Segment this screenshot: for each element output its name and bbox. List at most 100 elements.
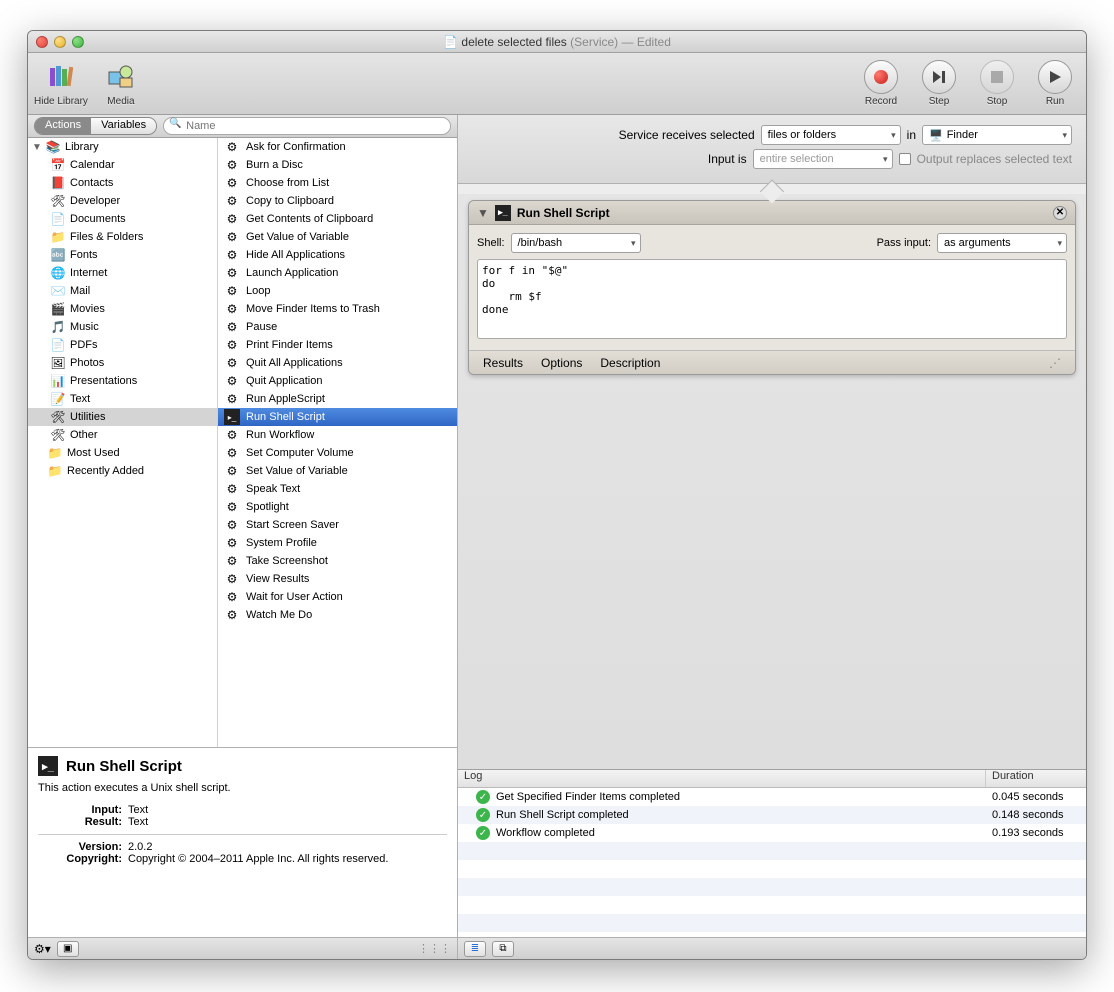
log-view-flow-button[interactable]: ⧉: [492, 941, 514, 957]
log-column-log[interactable]: Log: [458, 770, 986, 787]
action-tab-results[interactable]: Results: [483, 356, 523, 370]
category-item[interactable]: 📊Presentations: [28, 372, 217, 390]
workflow-canvas[interactable]: ▼ ▸_ Run Shell Script ✕ Shell: /bin/bash…: [458, 194, 1086, 769]
log-row-empty: [458, 878, 1086, 896]
detail-copyright-label: Copyright:: [38, 853, 128, 865]
service-receives-value: files or folders: [768, 129, 836, 141]
category-item[interactable]: 🔤Fonts: [28, 246, 217, 264]
category-item[interactable]: 🌐Internet: [28, 264, 217, 282]
category-item[interactable]: 📁Files & Folders: [28, 228, 217, 246]
success-icon: ✓: [476, 790, 490, 804]
category-item[interactable]: 🖼Photos: [28, 354, 217, 372]
step-button[interactable]: Step: [914, 60, 964, 107]
action-list-item[interactable]: ⚙︎Get Value of Variable: [218, 228, 457, 246]
remove-action-button[interactable]: ✕: [1053, 206, 1067, 220]
category-icon: 📄: [50, 211, 66, 227]
action-list-item[interactable]: ⚙︎Take Screenshot: [218, 552, 457, 570]
log-row[interactable]: ✓Run Shell Script completed0.148 seconds: [458, 806, 1086, 824]
category-item[interactable]: 🛠Other: [28, 426, 217, 444]
action-list-item[interactable]: ⚙︎Pause: [218, 318, 457, 336]
disclosure-triangle-icon[interactable]: ▼: [32, 142, 41, 153]
action-list-item[interactable]: ⚙︎Wait for User Action: [218, 588, 457, 606]
action-list-item[interactable]: ⚙︎Ask for Confirmation: [218, 138, 457, 156]
action-list-item[interactable]: ⚙︎Burn a Disc: [218, 156, 457, 174]
action-list-item[interactable]: ⚙︎View Results: [218, 570, 457, 588]
gear-menu-button[interactable]: ⚙︎▾: [34, 942, 51, 956]
action-list-item[interactable]: ⚙︎System Profile: [218, 534, 457, 552]
action-list-item[interactable]: ⚙︎Launch Application: [218, 264, 457, 282]
automator-window: 📄 delete selected files (Service) — Edit…: [27, 30, 1087, 960]
action-label: Get Contents of Clipboard: [246, 213, 373, 225]
category-item[interactable]: 📝Text: [28, 390, 217, 408]
action-list-item[interactable]: ⚙︎Start Screen Saver: [218, 516, 457, 534]
action-list-item[interactable]: ⚙︎Choose from List: [218, 174, 457, 192]
category-column[interactable]: ▼ 📚 Library 📅Calendar📕Contacts🛠Developer…: [28, 138, 218, 747]
action-list-item[interactable]: ⚙︎Set Value of Variable: [218, 462, 457, 480]
action-icon: ⚙︎: [224, 229, 240, 245]
action-tab-options[interactable]: Options: [541, 356, 582, 370]
action-list-item[interactable]: ⚙︎Get Contents of Clipboard: [218, 210, 457, 228]
action-footer: Results Options Description ⋰: [469, 350, 1075, 374]
action-list-item[interactable]: ⚙︎Print Finder Items: [218, 336, 457, 354]
log-row[interactable]: ✓Workflow completed0.193 seconds: [458, 824, 1086, 842]
run-button[interactable]: Run: [1030, 60, 1080, 107]
search-input[interactable]: [163, 117, 451, 135]
pass-input-label: Pass input:: [877, 237, 931, 249]
action-list-item[interactable]: ⚙︎Loop: [218, 282, 457, 300]
category-icon: 📕: [50, 175, 66, 191]
action-header[interactable]: ▼ ▸_ Run Shell Script ✕: [469, 201, 1075, 225]
resize-grip-icon[interactable]: ⋰: [1049, 356, 1061, 370]
log-duration: 0.148 seconds: [986, 809, 1086, 821]
record-button[interactable]: Record: [856, 60, 906, 107]
terminal-icon: ▸_: [224, 409, 240, 425]
log-view-list-button[interactable]: ≣: [464, 941, 486, 957]
category-item[interactable]: ✉️Mail: [28, 282, 217, 300]
category-item[interactable]: 🛠Utilities: [28, 408, 217, 426]
action-tab-description[interactable]: Description: [600, 356, 660, 370]
action-list-item[interactable]: ⚙︎Run AppleScript: [218, 390, 457, 408]
category-item[interactable]: 🛠Developer: [28, 192, 217, 210]
category-item[interactable]: 📁Recently Added: [28, 462, 217, 480]
service-app-select[interactable]: 🖥️Finder: [922, 125, 1072, 145]
tab-actions[interactable]: Actions: [35, 118, 91, 134]
action-list-item[interactable]: ⚙︎Set Computer Volume: [218, 444, 457, 462]
service-receives-select[interactable]: files or folders: [761, 125, 901, 145]
category-label: Movies: [70, 303, 105, 315]
log-message: Workflow completed: [496, 827, 595, 839]
action-list-item[interactable]: ▸_Run Shell Script: [218, 408, 457, 426]
disclosure-triangle-icon[interactable]: ▼: [477, 206, 489, 220]
script-editor[interactable]: [477, 259, 1067, 339]
action-list-item[interactable]: ⚙︎Move Finder Items to Trash: [218, 300, 457, 318]
detail-copyright-value: Copyright © 2004–2011 Apple Inc. All rig…: [128, 853, 447, 865]
column-resize-handle[interactable]: ⋮⋮⋮: [418, 942, 451, 955]
action-label: Watch Me Do: [246, 609, 312, 621]
category-library[interactable]: ▼ 📚 Library: [28, 138, 217, 156]
shell-select[interactable]: /bin/bash: [511, 233, 641, 253]
category-item[interactable]: 📁Most Used: [28, 444, 217, 462]
media-button[interactable]: Media: [96, 60, 146, 107]
shell-label: Shell:: [477, 237, 505, 249]
hide-library-button[interactable]: Hide Library: [34, 60, 88, 107]
action-list-item[interactable]: ⚙︎Copy to Clipboard: [218, 192, 457, 210]
log-row[interactable]: ✓Get Specified Finder Items completed0.0…: [458, 788, 1086, 806]
pass-input-select[interactable]: as arguments: [937, 233, 1067, 253]
action-list-item[interactable]: ⚙︎Speak Text: [218, 480, 457, 498]
toggle-detail-button[interactable]: ▣: [57, 941, 79, 957]
action-list-item[interactable]: ⚙︎Run Workflow: [218, 426, 457, 444]
category-item[interactable]: 🎵Music: [28, 318, 217, 336]
output-replaces-checkbox[interactable]: [899, 153, 911, 165]
action-list-item[interactable]: ⚙︎Watch Me Do: [218, 606, 457, 624]
category-item[interactable]: 📄Documents: [28, 210, 217, 228]
log-column-duration[interactable]: Duration: [986, 770, 1086, 787]
action-list-item[interactable]: ⚙︎Quit Application: [218, 372, 457, 390]
category-item[interactable]: 📄PDFs: [28, 336, 217, 354]
actions-column[interactable]: ⚙︎Ask for Confirmation⚙︎Burn a Disc⚙︎Cho…: [218, 138, 457, 747]
action-list-item[interactable]: ⚙︎Spotlight: [218, 498, 457, 516]
tab-variables[interactable]: Variables: [91, 118, 156, 134]
action-list-item[interactable]: ⚙︎Hide All Applications: [218, 246, 457, 264]
action-list-item[interactable]: ⚙︎Quit All Applications: [218, 354, 457, 372]
library-tabs[interactable]: Actions Variables: [34, 117, 157, 135]
category-item[interactable]: 🎬Movies: [28, 300, 217, 318]
category-item[interactable]: 📕Contacts: [28, 174, 217, 192]
category-item[interactable]: 📅Calendar: [28, 156, 217, 174]
